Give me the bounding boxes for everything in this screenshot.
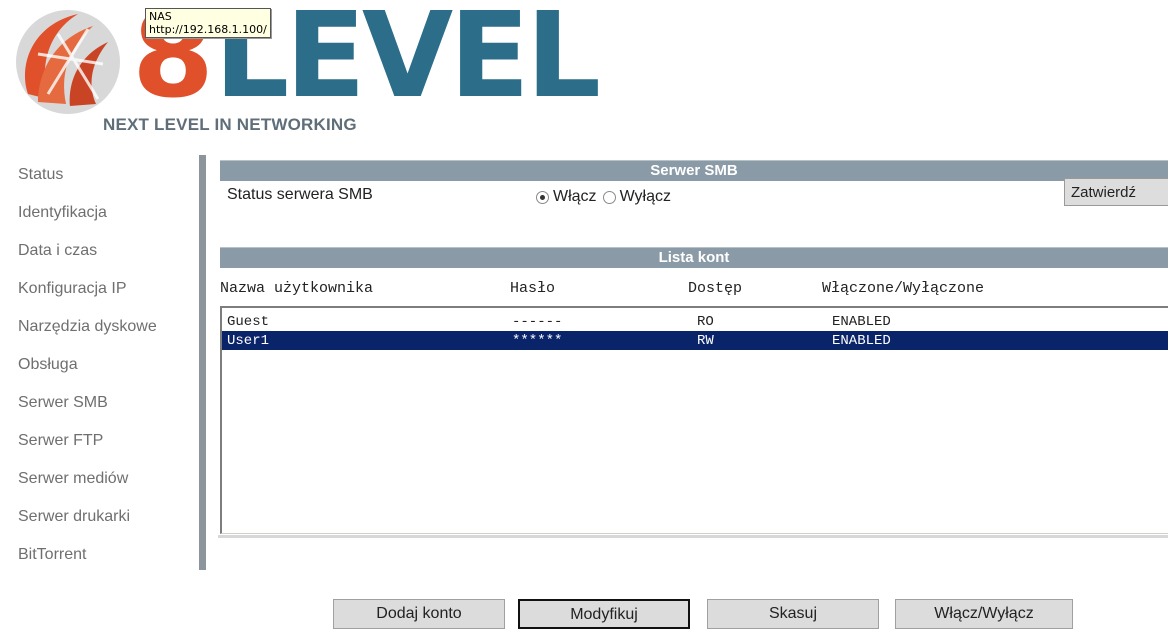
- sidebar-item-serwer-ftp[interactable]: Serwer FTP: [18, 424, 198, 462]
- account-status: ENABLED: [832, 333, 891, 349]
- sidebar-divider: [199, 155, 206, 570]
- toggle-account-button[interactable]: Włącz/Wyłącz: [895, 599, 1073, 629]
- smb-section-header: Serwer SMB: [220, 160, 1168, 181]
- link-tooltip: NAS http://192.168.1.100/: [145, 8, 271, 38]
- logo-tagline: NEXT LEVEL IN NETWORKING: [103, 115, 357, 134]
- accounts-section-header: Lista kont: [220, 247, 1168, 268]
- modify-button[interactable]: Modyfikuj: [518, 599, 690, 629]
- column-header-access: Dostęp: [688, 280, 743, 297]
- account-access: RW: [697, 333, 714, 349]
- column-header-password: Hasło: [510, 280, 556, 297]
- sidebar-item-data-i-czas[interactable]: Data i czas: [18, 234, 198, 272]
- column-header-username: Nazwa użytkownika: [220, 280, 374, 297]
- smb-status-radio-group: Włącz Wyłącz: [536, 188, 677, 206]
- accounts-listbox[interactable]: Guest ------ RO ENABLED User1 ****** RW …: [220, 306, 1168, 534]
- account-password: ******: [512, 333, 563, 349]
- radio-disable-label[interactable]: Wyłącz: [620, 188, 671, 206]
- column-header-enabled: Włączone/Wyłączone: [822, 280, 985, 297]
- add-account-button[interactable]: Dodaj konto: [333, 599, 505, 629]
- listbox-bottom-edge: [218, 535, 1168, 538]
- account-username: Guest: [227, 314, 270, 330]
- radio-disable[interactable]: [602, 190, 616, 204]
- submit-button[interactable]: Zatwierdź: [1064, 178, 1168, 206]
- radio-enable-label[interactable]: Włącz: [553, 188, 597, 206]
- account-row-user1[interactable]: User1 ****** RW ENABLED: [222, 331, 1168, 350]
- sidebar-item-identyfikacja[interactable]: Identyfikacja: [18, 196, 198, 234]
- account-row-guest[interactable]: Guest ------ RO ENABLED: [222, 312, 1168, 331]
- delete-button[interactable]: Skasuj: [707, 599, 879, 629]
- account-status: ENABLED: [832, 314, 891, 330]
- sidebar-item-serwer-mediow[interactable]: Serwer mediów: [18, 462, 198, 500]
- sidebar-item-serwer-drukarki[interactable]: Serwer drukarki: [18, 500, 198, 538]
- account-password: ------: [512, 314, 563, 330]
- sidebar-item-status[interactable]: Status: [18, 158, 198, 196]
- radio-enable[interactable]: [536, 190, 549, 204]
- smb-status-label: Status serwera SMB: [227, 186, 373, 203]
- sidebar-item-serwer-smb[interactable]: Serwer SMB: [18, 386, 198, 424]
- account-access: RO: [697, 314, 714, 330]
- sidebar-item-konfiguracja-ip[interactable]: Konfiguracja IP: [18, 272, 198, 310]
- logo-swirl-icon: [16, 10, 120, 114]
- sidebar-item-narzedzia-dyskowe[interactable]: Narzędzia dyskowe: [18, 310, 198, 348]
- sidebar-item-obsluga[interactable]: Obsługa: [18, 348, 198, 386]
- sidebar-item-bittorrent[interactable]: BitTorrent: [18, 538, 198, 576]
- account-username: User1: [227, 333, 270, 349]
- tooltip-url: http://192.168.1.100/: [149, 23, 267, 36]
- sidebar-nav: Status Identyfikacja Data i czas Konfigu…: [18, 158, 198, 576]
- tooltip-title: NAS: [149, 10, 172, 23]
